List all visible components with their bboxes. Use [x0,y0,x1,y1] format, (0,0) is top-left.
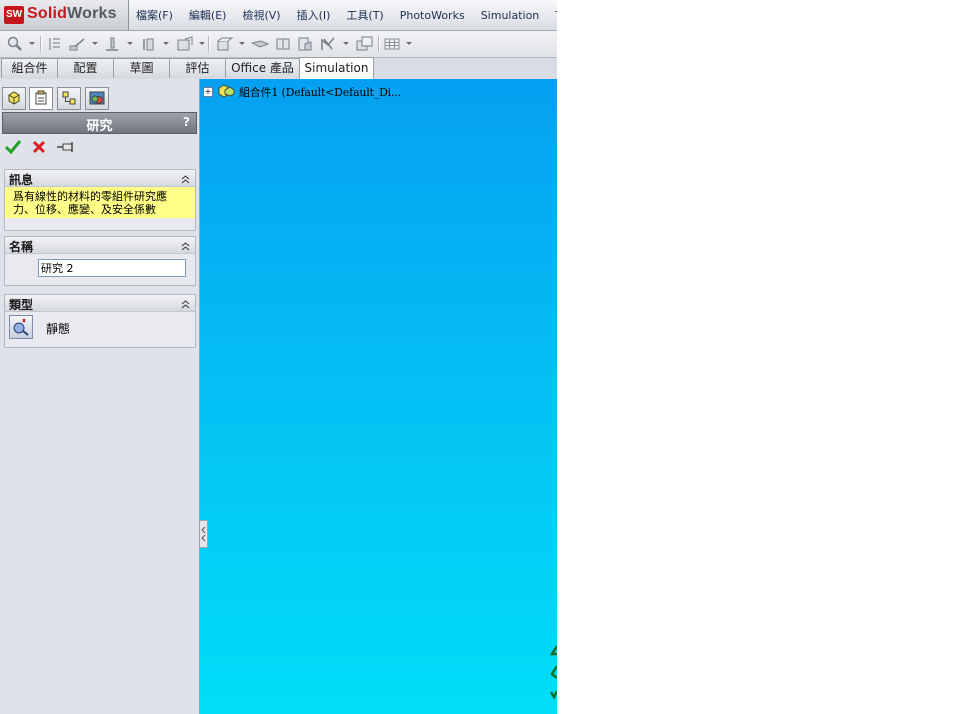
ok-button[interactable] [4,138,22,159]
assembly-icon [217,84,235,101]
name-group-label: 名稱 [9,240,34,254]
tab-simulation[interactable]: Simulation [299,57,374,79]
zoom-dropdown-arrow-icon[interactable] [29,42,35,45]
menu-file[interactable]: 檔案(F) [128,0,181,30]
toolbar-separator [378,36,380,52]
menu-view[interactable]: 檢視(V) [234,0,288,30]
section-view-icon[interactable] [176,36,194,52]
toolbar-separator [40,36,42,52]
logo-text: SolidWorks [27,5,117,23]
display-style-icon[interactable] [251,36,269,52]
static-study-icon [10,318,32,341]
help-button[interactable]: ? [183,115,190,129]
zoom-icon[interactable] [7,36,23,52]
static-study-button[interactable] [9,315,33,339]
command-manager-tabs: 組合件 配置 草圖 評估 Office 產品 Simulation [0,57,557,79]
collapse-panel-icon [201,526,206,542]
tab-office-products[interactable]: Office 產品 [225,58,300,78]
page-title: 研究 [86,119,113,134]
tab-evaluate[interactable]: 評估 [169,58,226,78]
name-group-header[interactable]: 名稱 [5,237,195,254]
menu-photoworks[interactable]: PhotoWorks [392,0,473,30]
appearance-icon[interactable] [297,36,313,52]
menu-items: 檔案(F) 編輯(E) 檢視(V) 插入(I) 工具(T) PhotoWorks… [128,0,557,30]
panel-splitter-handle[interactable] [200,520,208,548]
solidworks-window: SW SolidWorks 檔案(F) 編輯(E) 檢視(V) 插入(I) 工具… [0,0,557,714]
message-group: 訊息 爲有線性的材料的零組件研究應 力、位移、應變、及安全係數 [4,169,196,231]
name-group: 名稱 研究 2 [4,236,196,286]
tab-sketch[interactable]: 草圖 [113,58,170,78]
menu-tools[interactable]: 工具(T) [338,0,391,30]
feature-manager-tab[interactable] [2,87,26,110]
reference-dropdown-arrow-icon[interactable] [163,42,169,45]
view-orientation-dropdown-arrow-icon[interactable] [239,42,245,45]
message-text-line: 力、位移、應變、及安全係數 [13,203,156,216]
scene-dropdown-arrow-icon[interactable] [343,42,349,45]
configuration-manager-tab[interactable] [57,87,81,110]
view-orientation-icon[interactable] [216,36,234,52]
menu-edit[interactable]: 編輯(E) [181,0,235,30]
type-group: 類型 靜態 [4,294,196,348]
scene-icon[interactable] [320,36,338,52]
checkmark-icon [4,140,22,159]
collapse-up-icon[interactable] [181,240,190,254]
sketch-dropdown-arrow-icon[interactable] [92,42,98,45]
logo-text-part: Works [67,5,117,22]
menu-bar: SW SolidWorks 檔案(F) 編輯(E) 檢視(V) 插入(I) 工具… [0,0,557,31]
measure-dropdown-arrow-icon[interactable] [127,42,133,45]
type-group-header[interactable]: 類型 [5,295,195,312]
message-group-label: 訊息 [9,173,34,187]
section-dropdown-arrow-icon[interactable] [199,42,205,45]
solidworks-logo[interactable]: SW SolidWorks [0,0,129,30]
tab-layout[interactable]: 配置 [57,58,114,78]
menu-insert[interactable]: 插入(I) [289,0,339,30]
type-group-label: 類型 [9,298,34,312]
property-manager-header: 研究 ? [2,112,197,134]
logo-mark-icon: SW [4,6,24,24]
study-name-field[interactable]: 研究 2 [38,259,186,277]
collapse-up-icon[interactable] [181,298,190,312]
measure-icon[interactable] [104,36,120,52]
message-text-line: 爲有線性的材料的零組件研究應 [13,190,167,203]
reference-triad-icon [549,645,557,700]
property-manager-tab[interactable] [29,87,53,110]
graphics-area[interactable]: + 組合件1 (Default<Default_Di... [200,79,557,714]
rebuild-icon[interactable] [47,36,63,52]
reference-icon[interactable] [140,36,156,52]
table-icon[interactable] [384,36,400,52]
logo-text-part: Solid [27,5,68,22]
property-manager-panel: 研究 ? 訊息 爲有線性的材料的零組件研究應 力、位移、應變、及安全係數 名稱 … [0,79,200,714]
cancel-button[interactable] [30,138,48,159]
sketch-icon[interactable] [68,36,86,52]
pushpin-button[interactable] [56,138,76,159]
collapse-up-icon[interactable] [181,173,190,187]
heads-up-toolbar [0,31,557,58]
message-box: 爲有線性的材料的零組件研究應 力、位移、應變、及安全係數 [5,187,195,218]
message-group-header[interactable]: 訊息 [5,170,195,187]
table-dropdown-arrow-icon[interactable] [406,42,412,45]
menu-simulation[interactable]: Simulation [473,0,548,30]
hide-show-icon[interactable] [275,36,291,52]
tab-assembly[interactable]: 組合件 [1,58,58,78]
view-settings-icon[interactable] [356,36,374,52]
assembly-tree-label: 組合件1 (Default<Default_Di... [239,86,401,99]
study-type-label: 靜態 [46,322,71,336]
toolbar-separator [208,36,210,52]
close-icon [30,140,48,159]
expand-icon[interactable]: + [203,87,213,97]
pushpin-icon [56,142,76,159]
display-manager-tab[interactable] [85,87,109,110]
menu-truncated[interactable]: Te [547,0,557,30]
